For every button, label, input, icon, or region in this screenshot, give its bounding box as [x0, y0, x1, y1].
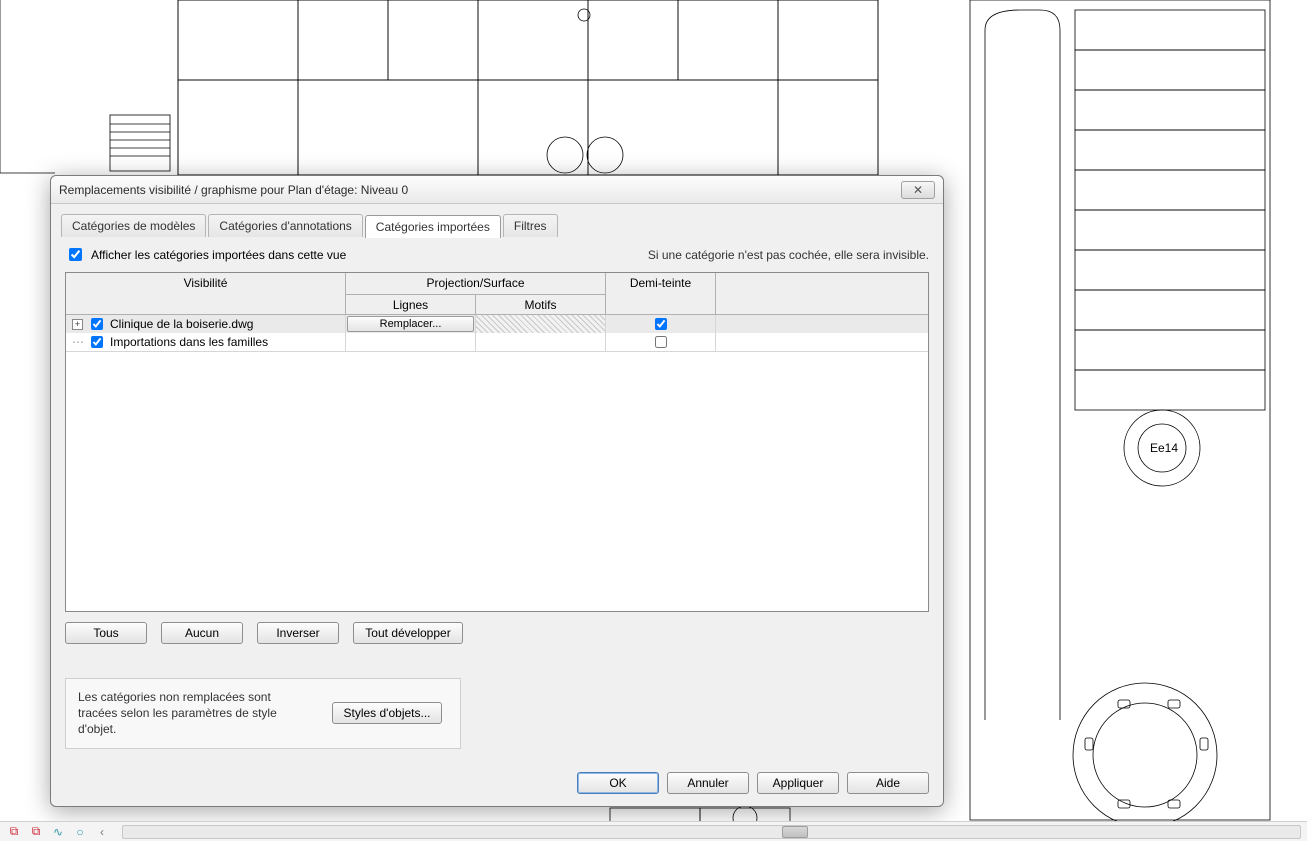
- dialog-buttons: OK Annuler Appliquer Aide: [51, 760, 943, 806]
- object-styles-note: Les catégories non remplacées sont tracé…: [65, 678, 461, 749]
- col-visibility[interactable]: Visibilité: [66, 273, 346, 315]
- status-bar: ⧉ ⧉ ∿ ○ ‹: [0, 821, 1307, 841]
- grid-header: Visibilité Projection/Surface Demi-teint…: [66, 273, 928, 315]
- object-styles-button[interactable]: Styles d'objets...: [332, 702, 442, 724]
- dialog-titlebar: Remplacements visibilité / graphisme pou…: [51, 176, 943, 204]
- tab-model-categories[interactable]: Catégories de modèles: [61, 214, 206, 237]
- grid-body: + Clinique de la boiserie.dwg Remplacer.…: [66, 315, 928, 611]
- object-styles-note-text: Les catégories non remplacées sont tracé…: [78, 689, 308, 738]
- scroll-left-icon[interactable]: ‹: [94, 824, 110, 840]
- row-name: Importations dans les familles: [110, 335, 268, 349]
- show-imported-categories-toggle[interactable]: Afficher les catégories importées dans c…: [65, 245, 346, 264]
- ok-button[interactable]: OK: [577, 772, 659, 794]
- table-row[interactable]: + Clinique de la boiserie.dwg Remplacer.…: [66, 315, 928, 333]
- pattern-swatch[interactable]: [476, 315, 605, 333]
- horizontal-scrollbar[interactable]: [122, 825, 1301, 839]
- col-group-projection-surface: Projection/Surface: [346, 273, 606, 295]
- cancel-button[interactable]: Annuler: [667, 772, 749, 794]
- selection-buttons: Tous Aucun Inverser Tout développer: [65, 612, 929, 644]
- lines-override-button[interactable]: Remplacer...: [347, 316, 474, 332]
- table-row[interactable]: ⋯ Importations dans les familles: [66, 333, 928, 351]
- categories-grid: Visibilité Projection/Surface Demi-teint…: [65, 272, 929, 612]
- scrollbar-thumb[interactable]: [782, 826, 808, 838]
- help-button[interactable]: Aide: [847, 772, 929, 794]
- status-icon-3[interactable]: ∿: [50, 824, 66, 840]
- tab-annotation-categories[interactable]: Catégories d'annotations: [208, 214, 362, 237]
- apply-button[interactable]: Appliquer: [757, 772, 839, 794]
- svg-text:Ee14: Ee14: [1150, 441, 1178, 455]
- expand-icon[interactable]: +: [72, 319, 83, 330]
- col-halftone[interactable]: Demi-teinte: [606, 273, 716, 315]
- unchecked-invisible-hint: Si une catégorie n'est pas cochée, elle …: [648, 248, 929, 262]
- col-patterns[interactable]: Motifs: [476, 295, 606, 315]
- halftone-checkbox[interactable]: [655, 318, 667, 330]
- expand-all-button[interactable]: Tout développer: [353, 622, 463, 644]
- show-imported-categories-checkbox[interactable]: [69, 248, 82, 261]
- row-visibility-checkbox[interactable]: [91, 336, 103, 348]
- status-icon-1[interactable]: ⧉: [6, 824, 22, 840]
- halftone-checkbox[interactable]: [655, 336, 667, 348]
- tab-filters[interactable]: Filtres: [503, 214, 558, 237]
- visibility-graphics-dialog: Remplacements visibilité / graphisme pou…: [50, 175, 944, 807]
- col-blank: [716, 273, 928, 315]
- select-all-button[interactable]: Tous: [65, 622, 147, 644]
- tab-imported-categories[interactable]: Catégories importées: [365, 215, 501, 238]
- close-icon: ✕: [913, 183, 923, 197]
- row-name: Clinique de la boiserie.dwg: [110, 317, 253, 331]
- select-none-button[interactable]: Aucun: [161, 622, 243, 644]
- show-imported-categories-label: Afficher les catégories importées dans c…: [91, 248, 346, 262]
- tab-strip: Catégories de modèles Catégories d'annot…: [51, 204, 943, 237]
- invert-selection-button[interactable]: Inverser: [257, 622, 339, 644]
- status-icon-4[interactable]: ○: [72, 824, 88, 840]
- dialog-title: Remplacements visibilité / graphisme pou…: [59, 183, 901, 197]
- tree-leaf-icon: ⋯: [72, 335, 83, 349]
- status-icon-2[interactable]: ⧉: [28, 824, 44, 840]
- col-lines[interactable]: Lignes: [346, 295, 476, 315]
- close-button[interactable]: ✕: [901, 181, 935, 199]
- row-visibility-checkbox[interactable]: [91, 318, 103, 330]
